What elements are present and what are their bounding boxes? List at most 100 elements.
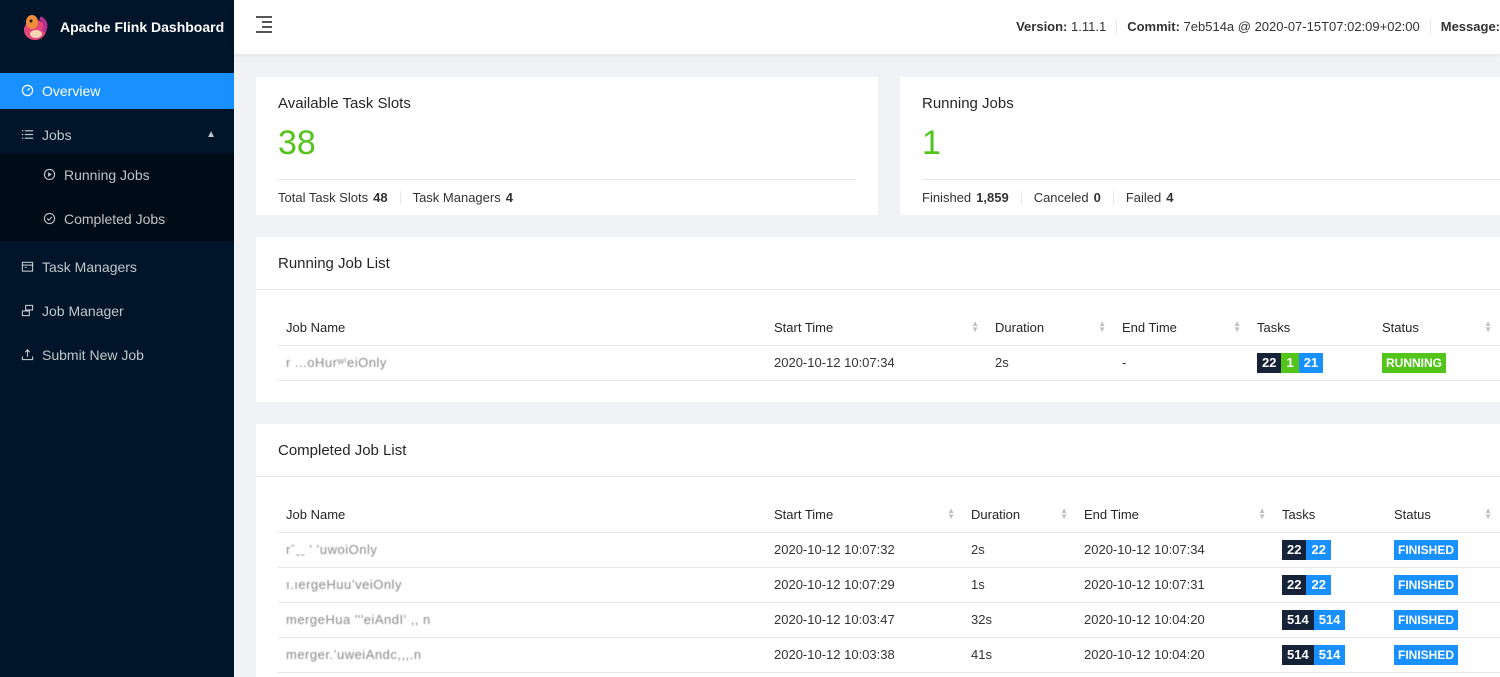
card-footer: Finished 1,859 Canceled 0 Failed 4 <box>922 179 1500 215</box>
job-name[interactable]: ı.ıergeHuuʻveiOnly <box>278 567 766 603</box>
status-badge: FINISHED <box>1394 539 1459 560</box>
commit-info: Commit: 7eb514a @ 2020-07-15T07:02:09+02… <box>1116 20 1430 34</box>
end-time: 2020-10-12 10:07:31 <box>1076 567 1274 603</box>
finished-count: Finished 1,859 <box>922 191 1022 204</box>
sort-icon[interactable]: ▲ ▼ <box>1258 507 1266 521</box>
sidebar-item-submit-new-job[interactable]: Submit New Job <box>0 337 234 373</box>
sidebar-item-running-jobs[interactable]: Running Jobs <box>0 157 234 193</box>
col-end-time[interactable]: End Time ▲ ▼ <box>1114 310 1249 346</box>
dashboard-icon <box>20 84 34 98</box>
end-time: 2020-10-12 10:04:20 <box>1076 637 1274 673</box>
divider <box>256 476 1500 477</box>
start-time: 2020-10-12 10:07:32 <box>766 532 963 568</box>
col-start-time[interactable]: Start Time ▲ ▼ <box>766 497 963 533</box>
sidebar-item-completed-jobs[interactable]: Completed Jobs <box>0 201 234 237</box>
divider <box>256 289 1500 290</box>
message-info: Message: <box>1429 19 1500 34</box>
sidebar-item-overview[interactable]: Overview <box>0 73 234 109</box>
play-circle-icon <box>42 168 56 182</box>
schedule-icon <box>20 260 34 274</box>
sidebar-item-task-managers[interactable]: Task Managers <box>0 249 234 285</box>
card-footer: Total Task Slots 48 Task Managers 4 <box>278 179 856 215</box>
task-managers-count: Task Managers 4 <box>412 190 513 205</box>
duration: 1s <box>963 567 1076 603</box>
sort-icon[interactable]: ▲ ▼ <box>947 507 955 521</box>
table-header-row: Job Name Start Time ▲ ▼ Duration ▲ ▼ End Tim… <box>278 310 1500 346</box>
table-row[interactable]: r ...oHurʷⁱeiOnly 2020-10-12 10:07:34 2s… <box>278 345 1500 381</box>
brand[interactable]: Apache Flink Dashboard <box>0 0 234 54</box>
job-name[interactable]: r ...oHurʷⁱeiOnly <box>278 345 766 381</box>
flink-squirrel-logo <box>20 12 50 42</box>
sort-icon[interactable]: ▲ ▼ <box>971 320 979 334</box>
table-row[interactable]: ı.ıergeHuuʻveiOnly 2020-10-12 10:07:29 1… <box>278 567 1500 603</box>
running-job-list-title: Running Job List <box>278 255 390 272</box>
duration: 2s <box>963 532 1076 568</box>
sidebar-item-job-manager[interactable]: Job Manager <box>0 293 234 329</box>
end-time: 2020-10-12 10:07:34 <box>1076 532 1274 568</box>
status: FINISHED <box>1386 637 1500 673</box>
status: RUNNING <box>1374 345 1500 381</box>
status: FINISHED <box>1386 602 1500 638</box>
start-time: 2020-10-12 10:03:47 <box>766 602 963 638</box>
col-job-name[interactable]: Job Name <box>278 497 766 533</box>
sort-icon[interactable]: ▲ ▼ <box>1098 320 1106 334</box>
version-value: 1.11.1 <box>1071 19 1107 34</box>
duration: 2s <box>987 345 1114 381</box>
sort-icon[interactable]: ▲ ▼ <box>1484 320 1492 334</box>
commit-value: 7eb514a @ 2020-07-15T07:02:09+02:00 <box>1183 19 1420 34</box>
sort-icon[interactable]: ▲ ▼ <box>1233 320 1241 334</box>
header-meta: Version: 1.11.1 Commit: 7eb514a @ 2020-0… <box>1006 0 1500 54</box>
cluster-icon <box>20 304 34 318</box>
job-name[interactable]: merger.ʻuweiAndc,,,.n <box>278 637 766 673</box>
sidebar: Apache Flink Dashboard Overview Jobs ▲ R… <box>0 0 234 677</box>
running-job-table: Job Name Start Time ▲ ▼ Duration ▲ ▼ End Tim… <box>278 310 1500 381</box>
sidebar-item-label: Completed Jobs <box>64 211 166 227</box>
version-info: Version: 1.11.1 <box>1006 20 1116 34</box>
available-slots-value: 38 <box>278 124 316 162</box>
sidebar-item-label: Running Jobs <box>64 167 150 183</box>
running-jobs-card: Running Jobs 1 Finished 1,859 Canceled 0 F… <box>900 77 1500 215</box>
job-name[interactable]: rˉˍˍ ' ʻuwoiOnly <box>278 532 766 568</box>
col-start-time[interactable]: Start Time ▲ ▼ <box>766 310 987 346</box>
commit-label: Commit: <box>1127 19 1180 34</box>
duration: 41s <box>963 637 1076 673</box>
sidebar-menu: Overview Jobs ▲ Running Jobs Completed J… <box>0 73 234 373</box>
completed-job-list-title: Completed Job List <box>278 442 407 459</box>
sort-icon[interactable]: ▲ ▼ <box>1060 507 1068 521</box>
col-status[interactable]: Status ▲ ▼ <box>1374 310 1500 346</box>
tasks-badges: 22 22 <box>1274 532 1386 568</box>
sidebar-item-label: Job Manager <box>42 303 124 319</box>
job-name[interactable]: mergeHua '''eiAndI' ,, n <box>278 602 766 638</box>
sidebar-item-label: Overview <box>42 83 101 99</box>
check-circle-icon <box>42 212 56 226</box>
table-row[interactable]: merger.ʻuweiAndc,,,.n 2020-10-12 10:03:3… <box>278 637 1500 673</box>
top-header: Version: 1.11.1 Commit: 7eb514a @ 2020-0… <box>234 0 1500 54</box>
col-tasks[interactable]: Tasks <box>1274 497 1386 533</box>
table-row[interactable]: mergeHua '''eiAndI' ,, n 2020-10-12 10:0… <box>278 602 1500 638</box>
completed-job-table: Job Name Start Time ▲ ▼ Duration ▲ ▼ End Tim… <box>278 497 1500 673</box>
status: FINISHED <box>1386 532 1500 568</box>
col-end-time[interactable]: End Time ▲ ▼ <box>1076 497 1274 533</box>
menu-fold-icon[interactable] <box>256 16 272 33</box>
start-time: 2020-10-12 10:07:29 <box>766 567 963 603</box>
sidebar-item-label: Jobs <box>42 127 72 143</box>
col-tasks[interactable]: Tasks <box>1249 310 1374 346</box>
end-time: - <box>1114 345 1249 381</box>
failed-count: Failed 4 <box>1125 190 1174 205</box>
col-status[interactable]: Status ▲ ▼ <box>1386 497 1500 533</box>
duration: 32s <box>963 602 1076 638</box>
tasks-badges: 22 1 21 <box>1249 345 1374 381</box>
sidebar-item-jobs[interactable]: Jobs ▲ <box>0 117 234 153</box>
col-duration[interactable]: Duration ▲ ▼ <box>987 310 1114 346</box>
card-title: Running Jobs <box>922 95 1014 112</box>
table-header-row: Job Name Start Time ▲ ▼ Duration ▲ ▼ End Tim… <box>278 497 1500 533</box>
chevron-up-icon: ▲ <box>206 129 216 140</box>
message-label: Message: <box>1440 19 1500 34</box>
start-time: 2020-10-12 10:03:38 <box>766 637 963 673</box>
sort-icon[interactable]: ▲ ▼ <box>1484 507 1492 521</box>
status-badge: FINISHED <box>1394 574 1459 595</box>
table-row[interactable]: rˉˍˍ ' ʻuwoiOnly 2020-10-12 10:07:32 2s … <box>278 532 1500 568</box>
col-job-name[interactable]: Job Name <box>278 310 766 346</box>
col-duration[interactable]: Duration ▲ ▼ <box>963 497 1076 533</box>
canceled-count: Canceled 0 <box>1034 191 1114 204</box>
